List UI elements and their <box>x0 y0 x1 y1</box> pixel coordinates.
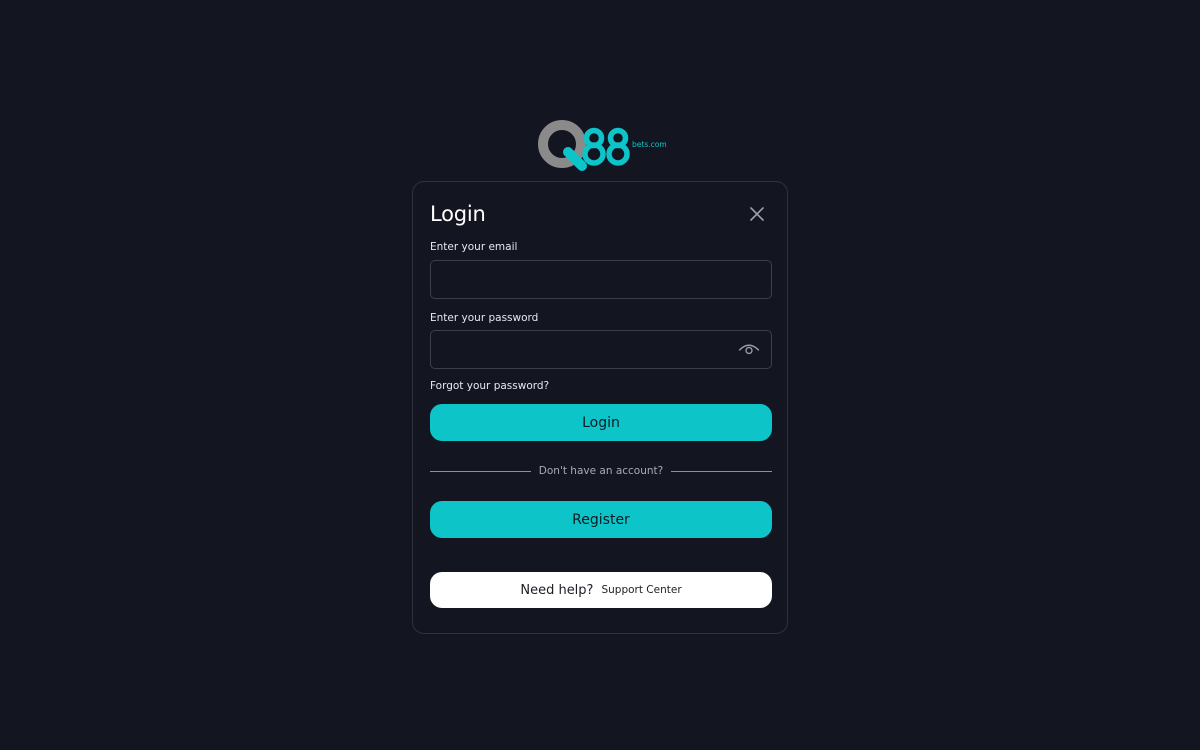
password-input[interactable] <box>430 330 772 369</box>
close-button[interactable] <box>747 204 767 224</box>
divider-text: Don't have an account? <box>538 465 664 477</box>
divider-line-left <box>430 470 531 472</box>
help-bar: Need help? Support Center <box>430 572 772 608</box>
support-center-link[interactable]: Support Center <box>601 584 681 596</box>
divider-line-right <box>671 470 772 472</box>
eye-icon <box>738 344 760 355</box>
password-label: Enter your password <box>430 312 539 324</box>
password-visibility-toggle[interactable] <box>737 340 761 358</box>
email-input[interactable] <box>430 260 772 299</box>
email-label: Enter your email <box>430 241 518 253</box>
register-button[interactable]: Register <box>430 501 772 538</box>
login-page: bets.com Login Enter your email Enter yo… <box>0 0 1200 750</box>
modal-title: Login <box>430 202 486 226</box>
login-button[interactable]: Login <box>430 404 772 441</box>
close-icon <box>750 207 764 221</box>
login-modal: Login Enter your email Enter your passwo… <box>412 181 788 634</box>
divider: Don't have an account? <box>430 463 772 479</box>
logo-suffix: bets.com <box>632 140 667 149</box>
brand-logo: bets.com <box>538 116 668 174</box>
help-prompt: Need help? <box>520 582 594 598</box>
forgot-password-link[interactable]: Forgot your password? <box>430 380 549 392</box>
